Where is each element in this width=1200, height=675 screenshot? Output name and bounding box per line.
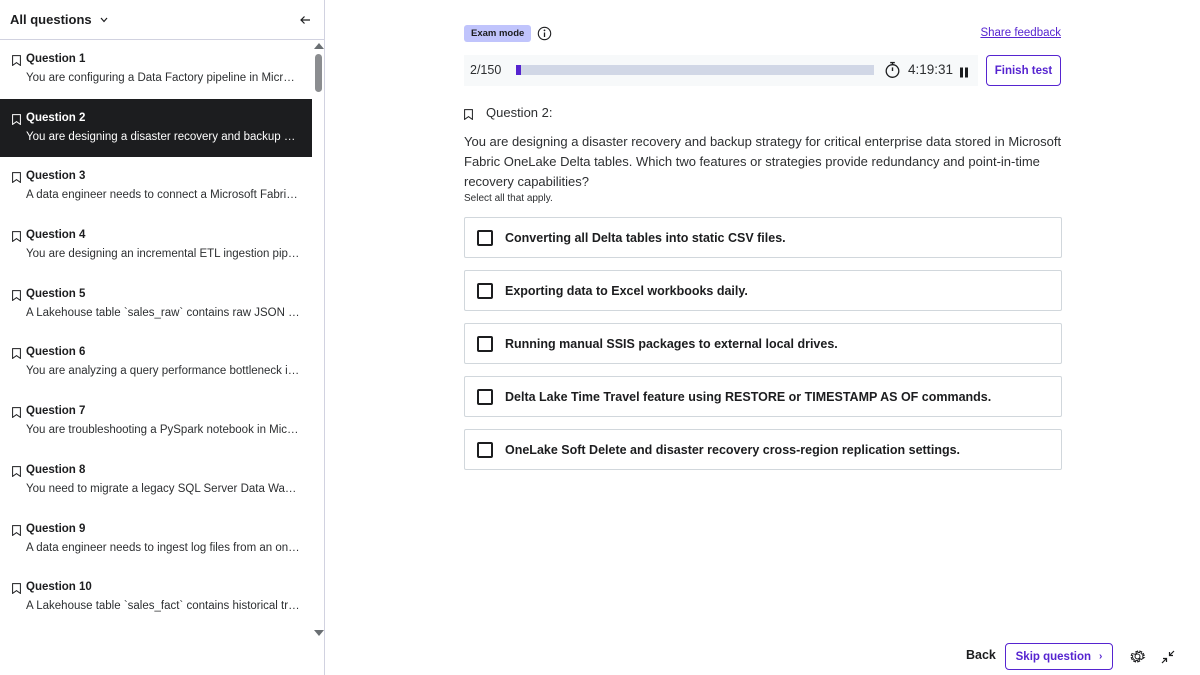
- question-item-title: Question 2: [26, 111, 86, 124]
- sidebar-question-item[interactable]: Question 7 You are troubleshooting a PySp…: [0, 392, 312, 451]
- sidebar-header: All questions: [0, 0, 324, 40]
- question-item-preview: A Lakehouse table `sales_fact` contains …: [26, 600, 300, 613]
- question-item-preview: You are designing a disaster recovery an…: [26, 130, 300, 143]
- collapse-sidebar-arrow-icon[interactable]: [298, 13, 312, 27]
- answer-option-label: OneLake Soft Delete and disaster recover…: [505, 443, 961, 457]
- sidebar-question-item[interactable]: Question 10 A Lakehouse table `sales_fact…: [0, 568, 312, 627]
- bookmark-icon[interactable]: [464, 107, 473, 121]
- bookmark-icon[interactable]: [12, 170, 21, 184]
- scroll-up-arrow-icon[interactable]: [314, 43, 324, 49]
- question-label: Question 2:: [486, 105, 553, 120]
- timer-readout: 4:19:31: [908, 62, 954, 77]
- question-item-preview: A Lakehouse table `sales_raw` contains r…: [26, 306, 300, 319]
- share-feedback-link[interactable]: Share feedback: [980, 27, 1061, 39]
- answer-checkbox[interactable]: [477, 442, 493, 458]
- question-text: You are designing a disaster recovery an…: [464, 134, 1062, 189]
- sidebar-scrollbar[interactable]: [313, 40, 325, 637]
- chevron-right-icon: ›: [1099, 651, 1103, 662]
- progress-fill: [516, 65, 521, 75]
- question-item-title: Question 4: [26, 229, 86, 242]
- scroll-down-arrow-icon[interactable]: [314, 630, 324, 636]
- bookmark-icon[interactable]: [12, 112, 21, 126]
- question-item-title: Question 3: [26, 170, 86, 183]
- question-instruction: Select all that apply.: [464, 193, 553, 204]
- sidebar-question-item[interactable]: Question 9 A data engineer needs to inges…: [0, 510, 312, 569]
- stopwatch-icon: [884, 61, 901, 79]
- answer-option[interactable]: Delta Lake Time Travel feature using RES…: [464, 376, 1062, 417]
- back-button[interactable]: Back: [966, 648, 996, 662]
- bookmark-icon[interactable]: [12, 53, 21, 67]
- answer-option-label: Converting all Delta tables into static …: [505, 231, 786, 245]
- all-questions-dropdown[interactable]: All questions: [10, 12, 92, 27]
- answer-checkbox[interactable]: [477, 389, 493, 405]
- question-heading: Question 2:: [464, 105, 553, 121]
- skip-question-button[interactable]: Skip question ›: [1005, 643, 1113, 670]
- answer-option-label: Exporting data to Excel workbooks daily.: [505, 284, 748, 298]
- bookmark-icon[interactable]: [12, 346, 21, 360]
- sidebar-question-item[interactable]: Question 8 You need to migrate a legacy S…: [0, 451, 312, 510]
- exam-mode-badge: Exam mode: [464, 25, 532, 42]
- progress-track: [516, 65, 874, 75]
- answer-checkbox[interactable]: [477, 230, 493, 246]
- question-item-title: Question 5: [26, 287, 86, 300]
- pause-icon[interactable]: [958, 65, 970, 78]
- bookmark-icon[interactable]: [12, 464, 21, 478]
- bookmark-icon[interactable]: [12, 581, 21, 595]
- answer-option[interactable]: Exporting data to Excel workbooks daily.: [464, 270, 1062, 311]
- question-item-title: Question 9: [26, 522, 86, 535]
- progress-bar-row: 2/150 4:19:31: [464, 55, 978, 86]
- question-item-title: Question 1: [26, 53, 86, 65]
- answer-option-label: Running manual SSIS packages to external…: [505, 337, 838, 351]
- bookmark-icon[interactable]: [12, 229, 21, 243]
- sidebar-question-item[interactable]: Question 3 A data engineer needs to conne…: [0, 157, 312, 216]
- answer-option-label: Delta Lake Time Travel feature using RES…: [505, 390, 992, 404]
- answer-option[interactable]: OneLake Soft Delete and disaster recover…: [464, 429, 1062, 470]
- question-item-preview: You are configuring a Data Factory pipel…: [26, 72, 300, 84]
- question-list: Question 1 You are configuring a Data Fac…: [0, 40, 312, 635]
- question-item-preview: You are troubleshooting a PySpark notebo…: [26, 424, 300, 437]
- bookmark-icon[interactable]: [12, 288, 21, 302]
- question-panel: Exam mode Share feedback 2/150 4:19:31 F…: [325, 0, 1200, 675]
- scrollbar-thumb[interactable]: [315, 54, 322, 92]
- question-item-preview: A data engineer needs to connect a Micro…: [26, 189, 300, 202]
- answer-option[interactable]: Converting all Delta tables into static …: [464, 217, 1062, 258]
- question-item-title: Question 6: [26, 346, 86, 359]
- sidebar-question-item[interactable]: Question 5 A Lakehouse table `sales_raw` …: [0, 275, 312, 334]
- bookmark-icon[interactable]: [12, 405, 21, 419]
- chevron-down-icon[interactable]: [100, 15, 110, 25]
- bookmark-icon[interactable]: [12, 523, 21, 536]
- info-icon[interactable]: [537, 26, 552, 41]
- question-item-title: Question 8: [26, 463, 86, 476]
- sidebar-question-item[interactable]: Question 2 You are designing a disaster r…: [0, 98, 312, 158]
- question-item-title: Question 7: [26, 405, 86, 418]
- question-progress-count: 2/150: [470, 63, 502, 77]
- question-item-preview: You are designing an incremental ETL ing…: [26, 248, 300, 261]
- skip-question-label: Skip question: [1015, 650, 1092, 663]
- answer-option[interactable]: Running manual SSIS packages to external…: [464, 323, 1062, 364]
- gear-icon[interactable]: [1129, 648, 1146, 665]
- finish-test-button[interactable]: Finish test: [986, 55, 1061, 86]
- answer-checkbox[interactable]: [477, 336, 493, 352]
- sidebar-question-item[interactable]: Question 6 You are analyzing a query perf…: [0, 333, 312, 392]
- collapse-icon[interactable]: [1161, 650, 1175, 664]
- sidebar-question-item[interactable]: Question 4 You are designing an increment…: [0, 216, 312, 275]
- answer-checkbox[interactable]: [477, 283, 493, 299]
- sidebar-question-item[interactable]: Question 1 You are configuring a Data Fac…: [0, 40, 312, 99]
- question-item-title: Question 10: [26, 581, 92, 594]
- question-item-preview: You need to migrate a legacy SQL Server …: [26, 482, 300, 495]
- answer-options: Converting all Delta tables into static …: [464, 217, 1062, 482]
- question-item-preview: A data engineer needs to ingest log file…: [26, 541, 300, 554]
- question-sidebar: All questions Question 1 You are configur…: [0, 0, 325, 675]
- question-item-preview: You are analyzing a query performance bo…: [26, 365, 300, 378]
